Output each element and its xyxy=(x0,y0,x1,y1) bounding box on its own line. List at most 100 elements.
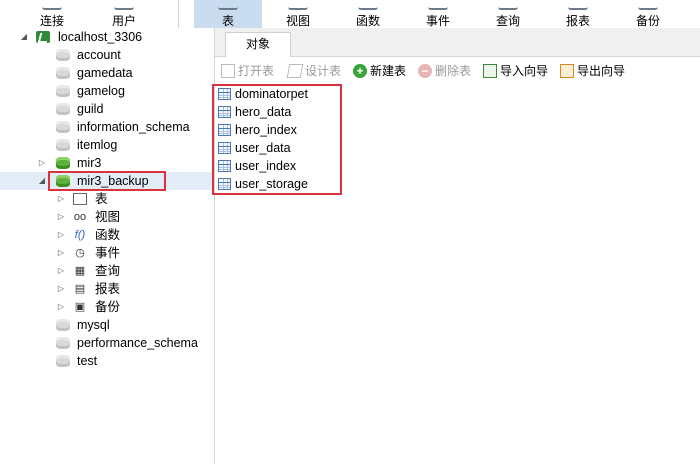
toolbar-query-label: 查询 xyxy=(495,14,520,28)
toolbar-connection-button[interactable]: 连接 xyxy=(22,0,82,28)
toolbar-report-button[interactable]: 报表 xyxy=(546,0,610,28)
tree-db-itemlog[interactable]: itemlog xyxy=(0,136,214,154)
tree-item-events[interactable]: ▷ ◷ 事件 xyxy=(0,244,214,262)
database-icon xyxy=(56,139,70,151)
toolbar-report-label: 报表 xyxy=(565,14,590,28)
database-name: guild xyxy=(77,102,104,116)
tree-item-label: 报表 xyxy=(95,282,121,296)
tab-objects[interactable]: 对象 xyxy=(225,32,291,57)
export-wizard-icon xyxy=(560,64,574,78)
database-name: mir3 xyxy=(77,156,102,170)
toolbar-table-label: 表 xyxy=(221,14,234,28)
event-icon xyxy=(428,0,448,10)
tree-connection-node[interactable]: ◢ localhost_3306 xyxy=(0,28,214,46)
toolbar-table-button[interactable]: 表 xyxy=(194,0,262,28)
tree-item-label: 事件 xyxy=(95,246,121,260)
database-icon xyxy=(56,67,70,79)
collapse-arrow-icon[interactable]: ◢ xyxy=(38,172,46,190)
tree-db-gamedata[interactable]: gamedata xyxy=(0,64,214,82)
import-wizard-button[interactable]: 导入向导 xyxy=(483,57,555,85)
tree-item-label: 视图 xyxy=(95,210,121,224)
design-table-button[interactable]: 设计表 xyxy=(286,57,348,85)
toolbar-user-button[interactable]: 用户 xyxy=(94,0,154,28)
mysql-connection-icon xyxy=(36,31,50,43)
tab-objects-label: 对象 xyxy=(245,37,270,51)
toolbar-query-button[interactable]: 查询 xyxy=(476,0,540,28)
database-name: mysql xyxy=(77,318,110,332)
query-icon: ▦ xyxy=(74,265,86,277)
toolbar-connection-label: 连接 xyxy=(39,14,64,28)
database-name: gamelog xyxy=(77,84,125,98)
export-wizard-button[interactable]: 导出向导 xyxy=(560,57,632,85)
tree-db-mir3[interactable]: ▷ mir3 xyxy=(0,154,214,172)
open-table-button[interactable]: 打开表 xyxy=(221,57,281,85)
function-icon xyxy=(358,0,378,10)
tree-item-views[interactable]: ▷ oo 视图 xyxy=(0,208,214,226)
event-icon: ◷ xyxy=(75,247,85,259)
toolbar-event-button[interactable]: 事件 xyxy=(406,0,470,28)
tree-item-label: 查询 xyxy=(95,264,121,278)
report-icon xyxy=(568,0,588,10)
tree-item-tables[interactable]: ▷ 表 xyxy=(0,190,214,208)
delete-table-button[interactable]: − 删除表 xyxy=(418,57,478,85)
toolbar-view-button[interactable]: 视图 xyxy=(266,0,330,28)
table-icon xyxy=(73,193,87,205)
expand-arrow-icon[interactable]: ▷ xyxy=(57,244,65,262)
new-table-label: 新建表 xyxy=(370,64,407,78)
database-icon xyxy=(56,157,70,169)
database-name: test xyxy=(77,354,98,368)
expand-arrow-icon[interactable]: ▷ xyxy=(57,190,65,208)
main-toolbar: 连接 用户 表 视图 函数 事件 查询 报表 备份 xyxy=(0,0,700,29)
tree-item-queries[interactable]: ▷ ▦ 查询 xyxy=(0,262,214,280)
new-table-plus-icon: + xyxy=(353,64,367,78)
tree-db-test[interactable]: test xyxy=(0,352,214,370)
highlight-box-table-list xyxy=(212,84,342,195)
open-table-icon xyxy=(221,64,235,78)
tree-db-information-schema[interactable]: information_schema xyxy=(0,118,214,136)
toolbar-function-button[interactable]: 函数 xyxy=(336,0,400,28)
tree-item-backups[interactable]: ▷ ▣ 备份 xyxy=(0,298,214,316)
tree-item-label: 函数 xyxy=(95,228,121,242)
import-wizard-label: 导入向导 xyxy=(500,64,549,78)
expand-arrow-icon[interactable]: ▷ xyxy=(57,262,65,280)
tree-db-gamelog[interactable]: gamelog xyxy=(0,82,214,100)
tree-db-performance-schema[interactable]: performance_schema xyxy=(0,334,214,352)
expand-arrow-icon[interactable]: ▷ xyxy=(57,208,65,226)
toolbar-user-label: 用户 xyxy=(111,14,136,28)
collapse-arrow-icon[interactable]: ◢ xyxy=(20,28,28,46)
toolbar-event-label: 事件 xyxy=(425,14,450,28)
table-icon xyxy=(218,0,238,10)
expand-arrow-icon[interactable]: ▷ xyxy=(38,154,46,172)
function-icon: f() xyxy=(74,229,86,241)
expand-arrow-icon[interactable]: ▷ xyxy=(57,298,65,316)
database-name: itemlog xyxy=(77,138,118,152)
import-wizard-icon xyxy=(483,64,497,78)
connection-name: localhost_3306 xyxy=(58,30,143,44)
expand-arrow-icon[interactable]: ▷ xyxy=(57,226,65,244)
tree-item-functions[interactable]: ▷ f() 函数 xyxy=(0,226,214,244)
highlight-box-selected-db xyxy=(48,171,166,191)
database-icon xyxy=(56,49,70,61)
tree-db-guild[interactable]: guild xyxy=(0,100,214,118)
database-name: information_schema xyxy=(77,120,190,134)
tree-db-mysql[interactable]: mysql xyxy=(0,316,214,334)
expand-arrow-icon[interactable]: ▷ xyxy=(57,280,65,298)
tree-item-label: 表 xyxy=(95,192,108,206)
tree-item-reports[interactable]: ▷ ▤ 报表 xyxy=(0,280,214,298)
toolbar-function-label: 函数 xyxy=(355,14,380,28)
backup-icon xyxy=(638,0,658,10)
new-table-button[interactable]: + 新建表 xyxy=(353,57,413,85)
design-table-label: 设计表 xyxy=(305,64,342,78)
delete-table-minus-icon: − xyxy=(418,64,432,78)
database-icon xyxy=(56,355,70,367)
export-wizard-label: 导出向导 xyxy=(577,64,626,78)
database-icon xyxy=(56,337,70,349)
toolbar-divider xyxy=(178,0,179,28)
connection-icon xyxy=(42,0,62,10)
open-table-label: 打开表 xyxy=(238,64,275,78)
tree-db-account[interactable]: account xyxy=(0,46,214,64)
navigation-tree: ◢ localhost_3306 account gamedata gamelo… xyxy=(0,28,215,464)
database-icon xyxy=(56,319,70,331)
toolbar-backup-button[interactable]: 备份 xyxy=(616,0,680,28)
backup-icon: ▣ xyxy=(74,301,86,313)
